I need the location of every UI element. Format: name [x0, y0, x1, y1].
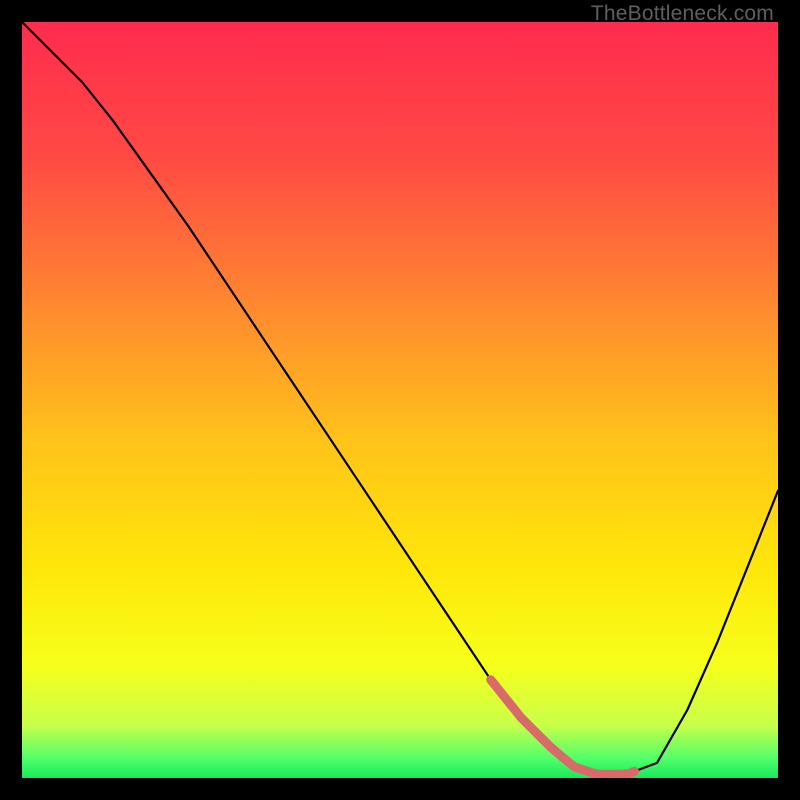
watermark-text: TheBottleneck.com: [591, 2, 774, 26]
chart-frame: [22, 22, 778, 778]
chart-svg: [22, 22, 778, 778]
gradient-background: [22, 22, 778, 778]
